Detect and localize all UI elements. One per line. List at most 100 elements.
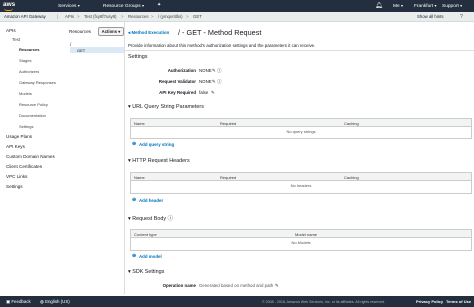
show-hints-toggle[interactable]: Show all hints: [417, 14, 444, 19]
actions-label: Actions: [101, 29, 118, 34]
breadcrumb-method: GET: [193, 14, 202, 19]
feedback-label: Feedback: [11, 299, 31, 304]
request-body-section-toggle[interactable]: ▾ Request Body ⓘ: [128, 214, 173, 222]
add-query-string-link[interactable]: Add query string: [139, 142, 174, 147]
sdk-settings-heading: SDK Settings: [132, 269, 165, 275]
sidebar-item-apis[interactable]: APIs: [6, 28, 16, 33]
resource-groups-menu[interactable]: Resource Groups ▾: [103, 3, 144, 9]
bell-icon[interactable]: 🔔︎: [375, 2, 383, 9]
top-navbar: aws Services ▾ Resource Groups ▾ ✦ 🔔︎ Me…: [0, 0, 474, 12]
breadcrumb-separator: >: [186, 14, 189, 19]
query-params-section-toggle[interactable]: ▾ URL Query String Parameters: [128, 104, 204, 110]
sidebar-item-vpc-links[interactable]: VPC Links: [6, 174, 27, 179]
support-menu[interactable]: Support ▾: [442, 3, 462, 9]
breadcrumb-separator: >: [121, 14, 124, 19]
aws-logo[interactable]: aws: [3, 1, 15, 8]
sidebar-item-client-certificates[interactable]: Client Certificates: [6, 164, 42, 169]
pencil-icon[interactable]: ✎: [275, 283, 279, 289]
plus-icon[interactable]: ⊕: [132, 197, 136, 203]
language-label: English (US): [45, 299, 70, 304]
operation-name-label: Operation name: [162, 283, 196, 288]
request-body-table: Content type Model name No Models: [130, 229, 472, 251]
breadcrumb-separator: |: [57, 14, 59, 19]
empty-table-message: No query strings: [286, 129, 316, 134]
pencil-icon[interactable]: ✎: [212, 79, 216, 85]
authorization-label: Authorization: [167, 68, 196, 73]
footer: ▣ Feedback ◍ English (US) © 2008 - 2018,…: [0, 296, 474, 307]
info-icon[interactable]: ⓘ: [168, 216, 173, 222]
table-header: Content type Model name: [131, 230, 471, 238]
resource-tree-method-get[interactable]: GET: [77, 48, 85, 53]
sidebar-item-models[interactable]: Models: [19, 91, 32, 96]
chevron-down-icon: ▾: [460, 3, 463, 8]
sidebar-item-api-settings[interactable]: Settings: [19, 124, 33, 129]
help-icon[interactable]: ?: [460, 14, 463, 20]
sdk-settings-section-toggle[interactable]: ▾ SDK Settings: [128, 269, 164, 275]
empty-table-message: No headers: [290, 183, 312, 188]
page-title: / - GET - Method Request: [178, 28, 262, 37]
pin-icon[interactable]: ✦: [157, 3, 161, 8]
sidebar-item-resource-policy[interactable]: Resource Policy: [19, 102, 48, 107]
breadcrumb-separator: >: [77, 14, 80, 19]
sidebar-item-custom-domain-names[interactable]: Custom Domain Names: [6, 154, 55, 159]
breadcrumb-service[interactable]: Amazon API Gateway: [4, 14, 46, 19]
sidebar-item-usage-plans[interactable]: Usage Plans: [6, 134, 32, 139]
sidebar-item-api-keys[interactable]: API Keys: [6, 144, 25, 149]
sidebar-item-authorizers[interactable]: Authorizers: [19, 69, 39, 74]
resources-panel: Resources Actions ▾ / GET: [64, 22, 125, 294]
breadcrumb: Amazon API Gateway | APIs > Test (fxy8f7…: [0, 12, 474, 22]
info-icon[interactable]: ⓘ: [217, 79, 222, 85]
request-body-heading: Request Body: [132, 216, 167, 222]
sidebar: APIs Test Resources Stages Authorizers G…: [0, 22, 65, 294]
headers-heading: HTTP Request Headers: [132, 158, 190, 164]
back-to-method-execution-link[interactable]: ◂ Method Execution: [128, 30, 169, 36]
breadcrumb-apis[interactable]: APIs: [65, 14, 74, 19]
sidebar-item-resources[interactable]: Resources: [19, 47, 39, 52]
headers-section-toggle[interactable]: ▾ HTTP Request Headers: [128, 158, 190, 164]
breadcrumb-api[interactable]: Test (fxy8f7usy8): [84, 14, 116, 19]
services-menu[interactable]: Services ▾: [58, 3, 80, 9]
headers-table: Name Required Caching No headers: [130, 172, 472, 194]
column-header-content-type: Content type: [134, 231, 157, 237]
column-header-caching: Caching: [344, 174, 359, 180]
terms-of-use-link[interactable]: Terms of Use: [446, 299, 471, 304]
settings-heading: Settings: [128, 54, 148, 60]
column-header-caching: Caching: [344, 120, 359, 126]
actions-button[interactable]: Actions ▾: [98, 27, 124, 36]
chevron-down-icon: ▾: [141, 3, 144, 8]
back-link-label: Method Execution: [131, 30, 170, 35]
column-header-required: Required: [220, 174, 237, 180]
plus-icon[interactable]: ⊕: [132, 141, 136, 147]
request-validator-label: Request Validator: [158, 79, 196, 84]
breadcrumb-resources[interactable]: Resources: [128, 14, 149, 19]
pencil-icon[interactable]: ✎: [212, 68, 216, 74]
plus-icon[interactable]: ⊕: [132, 253, 136, 259]
region-label: Frankfurt: [414, 4, 434, 9]
aws-smile-icon: [4, 8, 13, 11]
sidebar-item-documentation[interactable]: Documentation: [19, 113, 46, 118]
table-header: Name Required Caching: [131, 173, 471, 181]
add-header-link[interactable]: Add header: [139, 198, 163, 203]
region-menu[interactable]: Frankfurt ▾: [414, 3, 437, 9]
add-model-link[interactable]: Add model: [139, 254, 162, 259]
sidebar-item-stages[interactable]: Stages: [19, 58, 31, 63]
api-key-required-value: false: [199, 90, 209, 95]
resource-groups-label: Resource Groups: [103, 4, 141, 9]
privacy-policy-link[interactable]: Privacy Policy: [416, 299, 443, 304]
method-request-panel: ◂ Method Execution / - GET - Method Requ…: [124, 22, 474, 294]
sidebar-item-gateway-responses[interactable]: Gateway Responses: [19, 80, 56, 85]
feedback-button[interactable]: ▣ Feedback: [6, 299, 31, 305]
support-label: Support: [442, 4, 459, 9]
column-header-required: Required: [220, 120, 237, 126]
chevron-down-icon: ▾: [401, 3, 404, 8]
info-icon[interactable]: ⓘ: [217, 68, 222, 74]
user-menu[interactable]: Me ▾: [393, 3, 403, 9]
breadcrumb-resource[interactable]: / (ymqvntlbs): [158, 14, 183, 19]
chevron-down-icon: ▾: [118, 29, 121, 34]
sidebar-item-settings[interactable]: Settings: [6, 184, 23, 189]
language-selector[interactable]: ◍ English (US): [40, 299, 70, 305]
resources-panel-title: Resources: [69, 29, 91, 34]
pencil-icon[interactable]: ✎: [211, 90, 215, 96]
page-description: Provide information about this method's …: [128, 43, 316, 48]
sidebar-item-api-name[interactable]: Test: [12, 37, 20, 42]
